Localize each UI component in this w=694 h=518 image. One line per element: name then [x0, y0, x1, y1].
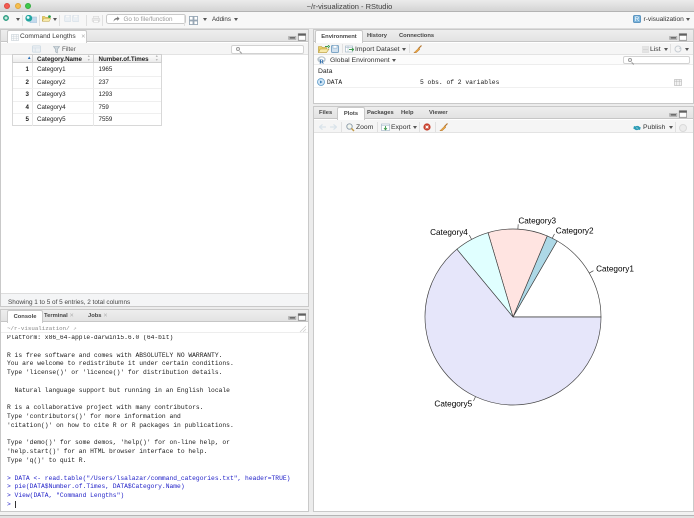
- svg-text:R: R: [319, 58, 324, 64]
- svg-text:R: R: [635, 16, 640, 23]
- svg-text:Category4: Category4: [430, 228, 468, 237]
- svg-text:Category2: Category2: [556, 227, 594, 236]
- svg-text:Category1: Category1: [596, 265, 634, 274]
- svg-text:Category3: Category3: [518, 217, 556, 226]
- svg-text:Category5: Category5: [434, 399, 472, 408]
